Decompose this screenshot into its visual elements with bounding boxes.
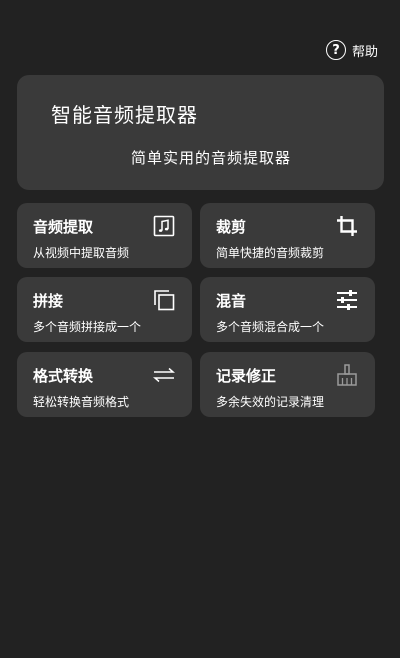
feature-card-join[interactable]: 拼接 多个音频拼接成一个 xyxy=(17,277,192,342)
feature-description: 多个音频混合成一个 xyxy=(216,320,325,334)
feature-description: 多余失效的记录清理 xyxy=(216,395,325,409)
help-label: 帮助 xyxy=(351,44,378,60)
feature-title: 混音 xyxy=(216,292,247,310)
feature-title: 裁剪 xyxy=(216,218,247,236)
sliders-icon xyxy=(337,290,357,310)
app-screen: ? 帮助 智能音频提取器 简单实用的音频提取器 音频提取 从视频中提取音频 裁剪… xyxy=(0,0,400,658)
hero-title: 智能音频提取器 xyxy=(51,103,198,127)
feature-title: 拼接 xyxy=(33,292,64,310)
broom-icon xyxy=(337,364,357,386)
copy-icon xyxy=(154,290,175,311)
help-button[interactable]: ? 帮助 xyxy=(325,40,378,60)
feature-card-record-cleanup[interactable]: 记录修正 多余失效的记录清理 xyxy=(200,352,375,417)
feature-title: 音频提取 xyxy=(33,218,94,236)
feature-description: 简单快捷的音频裁剪 xyxy=(216,246,325,260)
feature-title: 记录修正 xyxy=(216,367,277,385)
feature-description: 多个音频拼接成一个 xyxy=(33,320,142,334)
feature-title: 格式转换 xyxy=(33,367,94,385)
feature-description: 轻松转换音频格式 xyxy=(33,395,130,409)
hero-banner: 智能音频提取器 简单实用的音频提取器 xyxy=(17,75,384,190)
hero-subtitle: 简单实用的音频提取器 xyxy=(131,149,292,167)
feature-card-mix[interactable]: 混音 多个音频混合成一个 xyxy=(200,277,375,342)
question-circle-icon: ? xyxy=(325,40,346,60)
feature-card-extract-audio[interactable]: 音频提取 从视频中提取音频 xyxy=(17,203,192,268)
feature-description: 从视频中提取音频 xyxy=(33,246,130,260)
feature-card-format-convert[interactable]: 格式转换 轻松转换音频格式 xyxy=(17,352,192,417)
crop-icon xyxy=(337,216,357,236)
swap-arrows-icon xyxy=(153,367,175,383)
feature-card-crop[interactable]: 裁剪 简单快捷的音频裁剪 xyxy=(200,203,375,268)
music-note-icon xyxy=(153,215,175,237)
